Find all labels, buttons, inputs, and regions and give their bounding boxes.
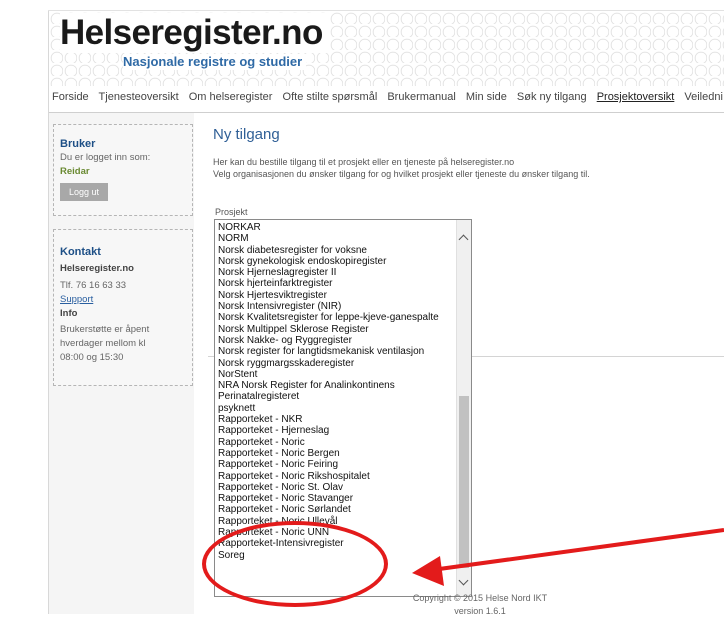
footer-copyright: Copyright © 2015 Helse Nord IKT	[412, 593, 548, 603]
footer-version: version 1.6.1	[454, 606, 506, 616]
footer: Copyright © 2015 Helse Nord IKT version …	[380, 592, 580, 618]
annotation-arrow-icon	[412, 528, 724, 586]
